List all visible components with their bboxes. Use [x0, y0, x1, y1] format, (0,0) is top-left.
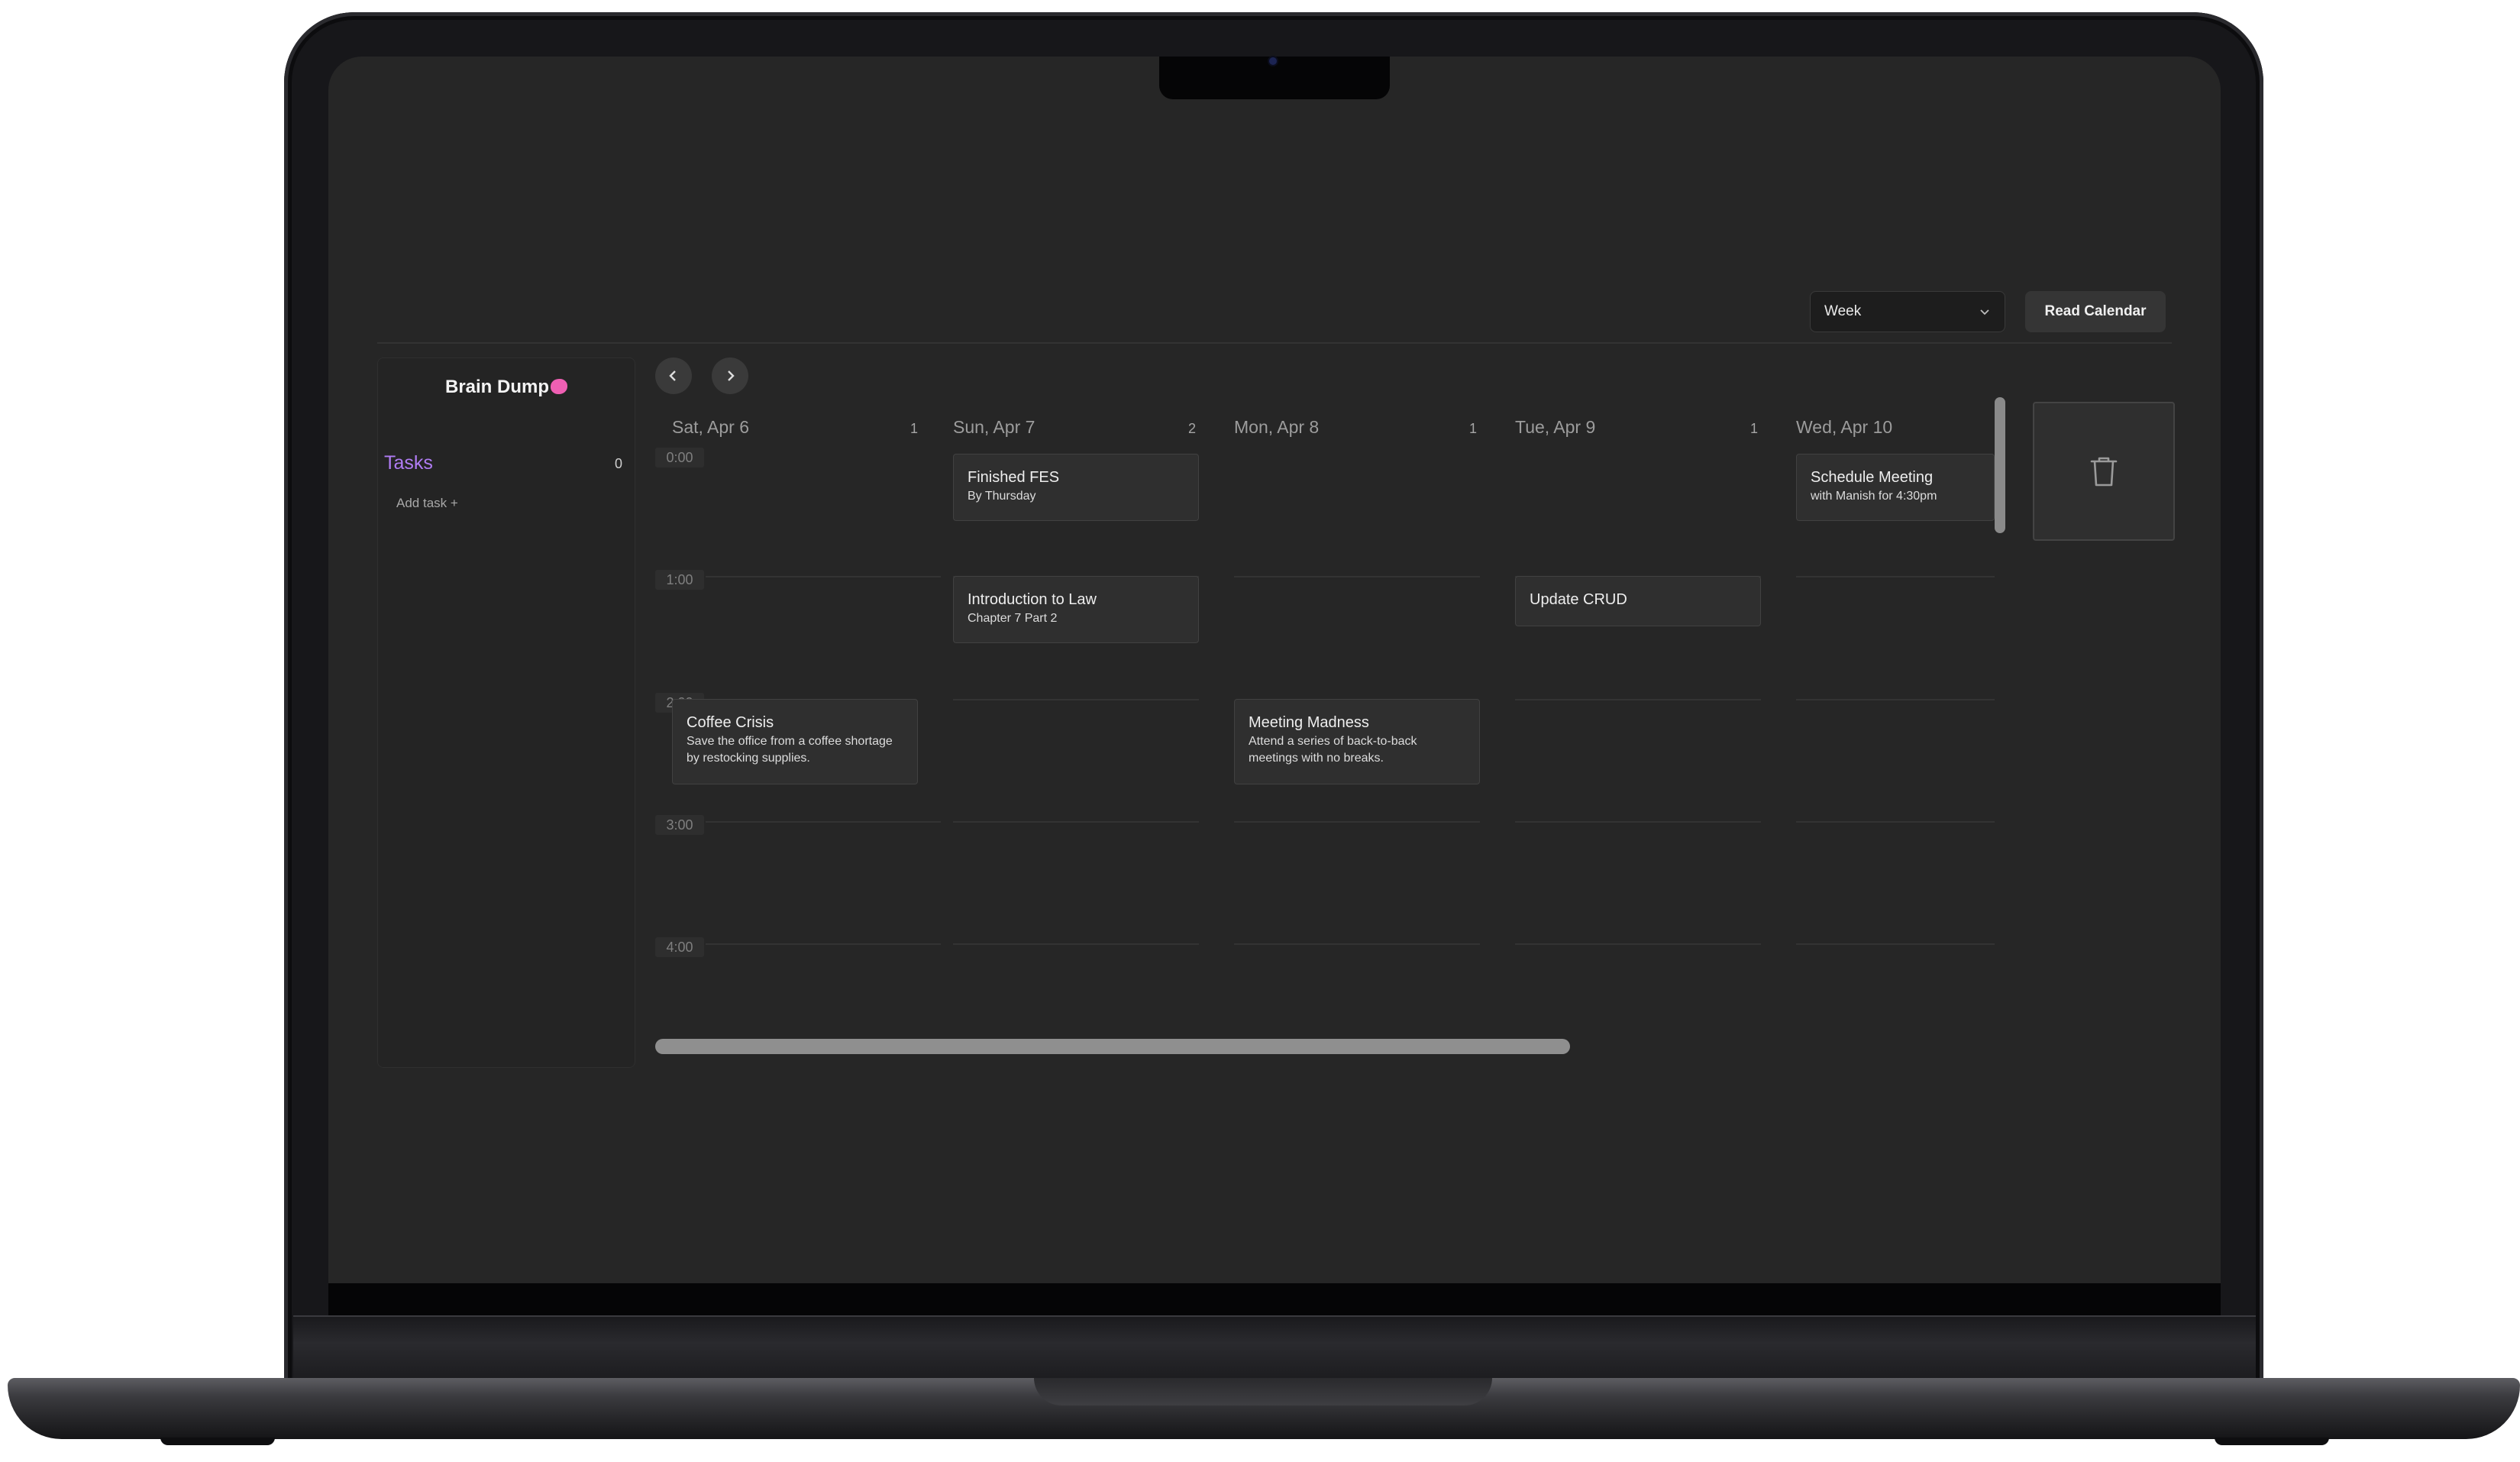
- chevron-right-icon: [728, 370, 735, 381]
- hour-gridline: [1234, 943, 1480, 945]
- camera-icon: [1269, 57, 1277, 65]
- event-card[interactable]: Update CRUD: [1515, 576, 1761, 626]
- hour-gridline: [1515, 943, 1761, 945]
- hour-gridline: [706, 821, 941, 823]
- event-card[interactable]: Introduction to Law Chapter 7 Part 2: [953, 576, 1199, 643]
- day-count-mon: 1: [1469, 421, 1478, 436]
- event-subtitle: with Manish for 4:30pm: [1811, 490, 1937, 503]
- hour-gridline: [1796, 699, 1995, 700]
- day-header-wed: Wed, Apr 10: [1796, 417, 1893, 437]
- read-calendar-button[interactable]: Read Calendar: [2025, 291, 2166, 332]
- hour-gridline: [706, 576, 941, 577]
- hour-gridline: [953, 943, 1199, 945]
- laptop-hinge: [293, 1315, 2256, 1383]
- brain-dump-panel: Brain Dump Tasks 0 Add task +: [377, 357, 635, 1068]
- add-task-button[interactable]: Add task +: [396, 496, 458, 511]
- day-header-mon: Mon, Apr 8: [1234, 417, 1320, 437]
- event-card[interactable]: Coffee Crisis Save the office from a cof…: [672, 699, 918, 784]
- hour-gridline: [1515, 699, 1761, 700]
- hour-gridline: [1796, 576, 1995, 577]
- time-label: 4:00: [655, 937, 704, 957]
- day-header-sat: Sat, Apr 6: [672, 417, 750, 437]
- next-week-button[interactable]: [712, 357, 748, 394]
- trash-icon: [2090, 457, 2118, 487]
- day-count-sun: 2: [1188, 421, 1197, 436]
- event-title: Finished FES: [968, 469, 1060, 486]
- horizontal-scrollbar[interactable]: [655, 1039, 1570, 1054]
- day-header-sun: Sun, Apr 7: [953, 417, 1035, 437]
- prev-week-button[interactable]: [655, 357, 692, 394]
- time-label: 3:00: [655, 815, 704, 835]
- tasks-count: 0: [615, 456, 623, 471]
- hour-gridline: [1234, 576, 1480, 577]
- hour-gridline: [1515, 821, 1761, 823]
- brain-dump-header: Brain Dump: [378, 377, 635, 398]
- event-title: Schedule Meeting: [1811, 469, 1934, 486]
- event-title: Meeting Madness: [1249, 714, 1369, 731]
- event-subtitle: Chapter 7 Part 2: [968, 612, 1058, 625]
- trash-drop-zone[interactable]: [2033, 402, 2175, 541]
- vertical-scrollbar[interactable]: [1995, 397, 2005, 533]
- chevron-left-icon: [669, 370, 676, 381]
- tasks-label[interactable]: Tasks: [384, 452, 433, 474]
- brain-icon: [551, 379, 567, 394]
- laptop-foot: [160, 1438, 275, 1445]
- hour-gridline: [1796, 943, 1995, 945]
- day-header-tue: Tue, Apr 9: [1515, 417, 1596, 437]
- event-subtitle: Attend a series of back-to-back meetings…: [1249, 735, 1417, 765]
- event-card[interactable]: Finished FES By Thursday: [953, 454, 1199, 521]
- view-select[interactable]: Week: [1810, 291, 2005, 332]
- time-label: 1:00: [655, 570, 704, 590]
- brain-dump-title: Brain Dump: [444, 377, 549, 397]
- time-label: 0:00: [655, 448, 704, 467]
- hour-gridline: [953, 699, 1199, 700]
- toolbar-divider: [377, 342, 2172, 344]
- hour-gridline: [953, 821, 1199, 823]
- view-select-value: Week: [1824, 303, 1862, 319]
- laptop-foot: [2215, 1438, 2329, 1445]
- event-title: Introduction to Law: [968, 591, 1097, 608]
- day-count-sat: 1: [910, 421, 919, 436]
- hour-gridline: [1234, 821, 1480, 823]
- event-subtitle: By Thursday: [968, 490, 1036, 503]
- event-card[interactable]: Meeting Madness Attend a series of back-…: [1234, 699, 1480, 784]
- hour-gridline: [706, 943, 941, 945]
- day-count-tue: 1: [1750, 421, 1759, 436]
- event-title: Coffee Crisis: [687, 714, 774, 731]
- app-screen: Week Read Calendar Brain Dump Tasks 0 Ad…: [328, 57, 2221, 1283]
- hour-gridline: [1796, 821, 1995, 823]
- event-title: Update CRUD: [1530, 591, 1627, 608]
- laptop-opening-notch: [1034, 1378, 1492, 1405]
- event-subtitle: Save the office from a coffee shortage b…: [687, 735, 893, 765]
- chevron-down-icon: [1980, 309, 1989, 315]
- event-card[interactable]: Schedule Meeting with Manish for 4:30pm: [1796, 454, 1995, 521]
